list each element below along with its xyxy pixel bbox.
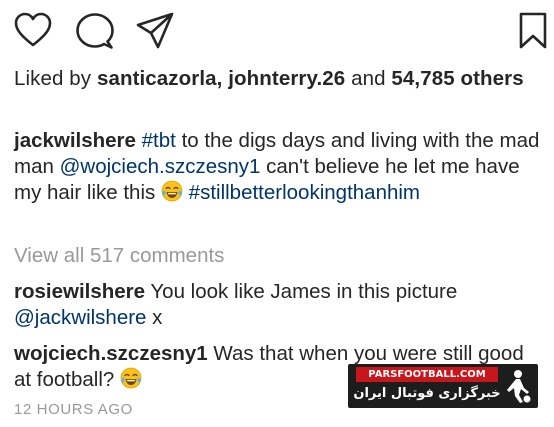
mention-link[interactable]: @wojciech.szczesny1 [60,155,261,178]
comment-bubble-icon[interactable] [76,12,114,50]
likes-count[interactable]: 54,785 [391,67,454,90]
watermark-site: PARSFOOTBALL.COM [356,367,498,382]
post-timestamp: 12 HOURS AGO [14,401,133,418]
football-player-logo-icon [507,370,531,403]
watermark-tagline: خبرگزاری فوتبال ایران [353,386,501,401]
site-watermark: PARSFOOTBALL.COM خبرگزاری فوتبال ایران [348,364,538,408]
likes-prefix: Liked by [14,67,92,90]
hashtag-link[interactable]: #stillbetterlookingthanhim [189,181,420,204]
bookmark-icon[interactable] [519,12,547,50]
post-caption: jackwilshere #tbt to the digs days and l… [14,128,544,206]
comment-username[interactable]: rosiewilshere [14,280,145,303]
likes-and: and [351,67,386,90]
comment-text: x [152,306,163,329]
paper-plane-icon[interactable] [136,12,174,50]
heart-icon[interactable] [14,12,52,48]
tears-of-joy-emoji-icon [120,367,142,389]
liker-username[interactable]: santicazorla [97,67,217,90]
comment-username[interactable]: wojciech.szczesny1 [14,342,208,365]
tears-of-joy-emoji-icon [161,180,183,202]
hashtag-link[interactable]: #tbt [142,129,176,152]
view-all-comments-link[interactable]: View all 517 comments [14,243,224,269]
likes-others[interactable]: others [461,67,524,90]
caption-username[interactable]: jackwilshere [14,129,136,152]
comment-text: You look like James in this picture [150,280,458,303]
likes-separator: , [216,67,223,90]
liker-username[interactable]: johnterry.26 [228,67,345,90]
comment-item: rosiewilshere You look like James in thi… [14,279,544,331]
mention-link[interactable]: @jackwilshere [14,306,146,329]
likes-line: Liked by santicazorla, johnterry.26 and … [14,66,544,92]
action-bar [0,0,554,62]
